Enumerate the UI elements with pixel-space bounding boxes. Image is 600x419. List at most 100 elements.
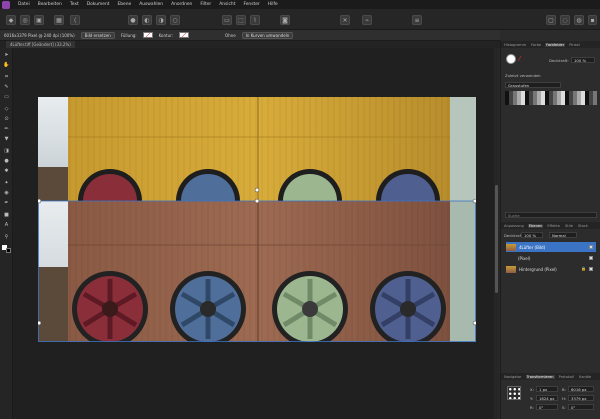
layer-item-pixel[interactable]: (Pixel): [506, 253, 596, 263]
blend-mode-select[interactable]: Normal: [549, 232, 577, 238]
document-image[interactable]: [38, 97, 476, 342]
layer-visibility-checkbox[interactable]: [589, 256, 593, 260]
menu-text[interactable]: Text: [70, 2, 79, 7]
persona-develop-icon[interactable]: ▣: [34, 15, 44, 25]
blemish-icon[interactable]: ◉: [3, 189, 10, 196]
handle-top-right[interactable]: [472, 198, 476, 204]
contrast-icon[interactable]: ◐: [142, 15, 152, 25]
handle-mid-left[interactable]: [38, 320, 42, 326]
color-wheel-icon[interactable]: ●: [128, 15, 138, 25]
tab-stock[interactable]: Stock: [577, 224, 589, 228]
tab-pinsel[interactable]: Pinsel: [568, 43, 580, 47]
layer-item-4luefter[interactable]: 4Lüfter (Bild): [506, 242, 596, 252]
pen-tool-icon[interactable]: ✒: [3, 199, 10, 206]
inpainting-icon[interactable]: ✦: [3, 179, 10, 186]
white-balance-icon[interactable]: ◑: [156, 15, 166, 25]
settings-icon[interactable]: ▪: [588, 15, 597, 25]
layer-opacity-field[interactable]: 100 %: [521, 232, 543, 238]
layer-visibility-checkbox[interactable]: [589, 267, 593, 271]
flood-select-icon[interactable]: ◇: [3, 105, 10, 112]
align-icon[interactable]: ≡: [412, 15, 422, 25]
menu-filter[interactable]: Filter: [200, 2, 211, 7]
text-tool-icon[interactable]: A: [3, 221, 10, 228]
scrollbar-thumb[interactable]: [495, 185, 498, 293]
y-field[interactable]: 1624 px: [536, 395, 558, 401]
tab-protokoll[interactable]: Protokoll: [558, 375, 575, 379]
tab-kanaele[interactable]: Kanäle: [578, 375, 592, 379]
selection-brush-icon[interactable]: ✎: [3, 83, 10, 90]
handle-mid-right[interactable]: [472, 320, 476, 326]
handle-top-center[interactable]: [254, 198, 260, 204]
view-tool-icon[interactable]: ✋: [3, 61, 10, 68]
x-field[interactable]: 1 px: [536, 386, 558, 392]
marquee-tool-icon[interactable]: ▭: [3, 93, 10, 100]
layer-item-hintergrund[interactable]: Hintergrund (Pixel) 🔒: [506, 264, 596, 274]
studio-icon[interactable]: ▢: [546, 15, 556, 25]
paint-brush-icon[interactable]: ✏: [3, 125, 10, 132]
tab-effekte[interactable]: Effekte: [546, 224, 561, 228]
tab-ebenen[interactable]: Ebenen: [527, 223, 544, 228]
menu-ebene[interactable]: Ebene: [117, 2, 131, 7]
h-label: H:: [562, 396, 567, 401]
snapping-options-icon[interactable]: ⌁: [362, 15, 372, 25]
selection-icon[interactable]: ⬚: [236, 15, 246, 25]
replace-image-button[interactable]: Bild ersetzen: [80, 31, 115, 39]
fill-color-well[interactable]: [506, 54, 516, 64]
convert-curves-button[interactable]: In Kurven umwandeln: [241, 31, 294, 39]
share-icon[interactable]: ⟨: [70, 15, 80, 25]
menu-hilfe[interactable]: Hilfe: [268, 2, 278, 7]
menu-ansicht[interactable]: Ansicht: [219, 2, 235, 7]
menu-bearbeiten[interactable]: Bearbeiten: [38, 2, 62, 7]
handle-top-left[interactable]: [38, 198, 42, 204]
menu-anordnen[interactable]: Anordnen: [171, 2, 192, 7]
search-input[interactable]: Suche: [505, 212, 597, 218]
tab-farbe[interactable]: Farbe: [530, 43, 542, 47]
persona-liquify-icon[interactable]: ◎: [20, 15, 30, 25]
menu-datei[interactable]: Datei: [18, 2, 30, 7]
menu-auswahlen[interactable]: Auswahlen: [139, 2, 163, 7]
tab-anpassung[interactable]: Anpassung: [503, 224, 525, 228]
quick-mask-icon[interactable]: ◙: [280, 15, 290, 25]
stroke-swatch[interactable]: [179, 32, 190, 38]
menu-fenster[interactable]: Fenster: [243, 2, 259, 7]
crop-tool-icon[interactable]: ⌗: [3, 73, 10, 80]
erase-brush-icon[interactable]: ◨: [3, 147, 10, 154]
rotation-field[interactable]: 0°: [536, 404, 558, 410]
lock-icon[interactable]: 🔒: [581, 266, 586, 271]
marquee-icon[interactable]: ▭: [222, 15, 232, 25]
tab-navigator[interactable]: Navigator: [503, 375, 523, 379]
color-picker-icon[interactable]: ⊙: [3, 115, 10, 122]
fill-tool-icon[interactable]: ▼: [3, 135, 10, 142]
no-color-icon[interactable]: ⁄: [519, 56, 525, 63]
dodge-tool-icon[interactable]: ●: [3, 157, 10, 164]
anchor-point-grid[interactable]: [507, 386, 521, 400]
tab-stile[interactable]: Stile: [564, 224, 574, 228]
freehand-icon[interactable]: ⌇: [250, 15, 260, 25]
shear-field[interactable]: 0°: [568, 404, 594, 410]
hsl-icon[interactable]: ○: [170, 15, 180, 25]
user-icon[interactable]: ◌: [560, 15, 570, 25]
zoom-tool-icon[interactable]: ⚲: [3, 233, 10, 240]
grid-icon[interactable]: ▦: [54, 15, 64, 25]
tab-transformieren[interactable]: Transformieren: [525, 374, 555, 379]
document-tab[interactable]: 4Lüfter.tiff [Geändert] (33.2%): [6, 41, 75, 48]
persona-photo-icon[interactable]: ◆: [6, 15, 16, 25]
snapping-icon[interactable]: ✕: [340, 15, 350, 25]
height-field[interactable]: 3379 px: [568, 395, 594, 401]
tab-histogramm[interactable]: Histogramm: [503, 43, 527, 47]
secondary-color-swatch[interactable]: [6, 248, 11, 253]
tab-farbfelder[interactable]: Farbfelder: [545, 42, 566, 47]
layer-visibility-checkbox[interactable]: [589, 245, 593, 249]
palette-select[interactable]: Graustufen: [505, 82, 561, 88]
chat-icon[interactable]: ◍: [574, 15, 584, 25]
opacity-field[interactable]: 100 %: [571, 57, 595, 63]
fill-swatch[interactable]: [142, 32, 153, 38]
width-field[interactable]: 6016 px: [568, 386, 594, 392]
rotate-handle[interactable]: [254, 187, 260, 193]
shape-tool-icon[interactable]: ■: [3, 211, 10, 218]
clone-tool-icon[interactable]: ✱: [3, 167, 10, 174]
menu-dokument[interactable]: Dokument: [87, 2, 110, 7]
grayscale-swatches[interactable]: [505, 91, 597, 105]
context-toolbar: 6016x3379 Pixel @ 240 dpi (100%) Bild er…: [0, 30, 500, 41]
move-tool-icon[interactable]: ➤: [3, 51, 10, 58]
